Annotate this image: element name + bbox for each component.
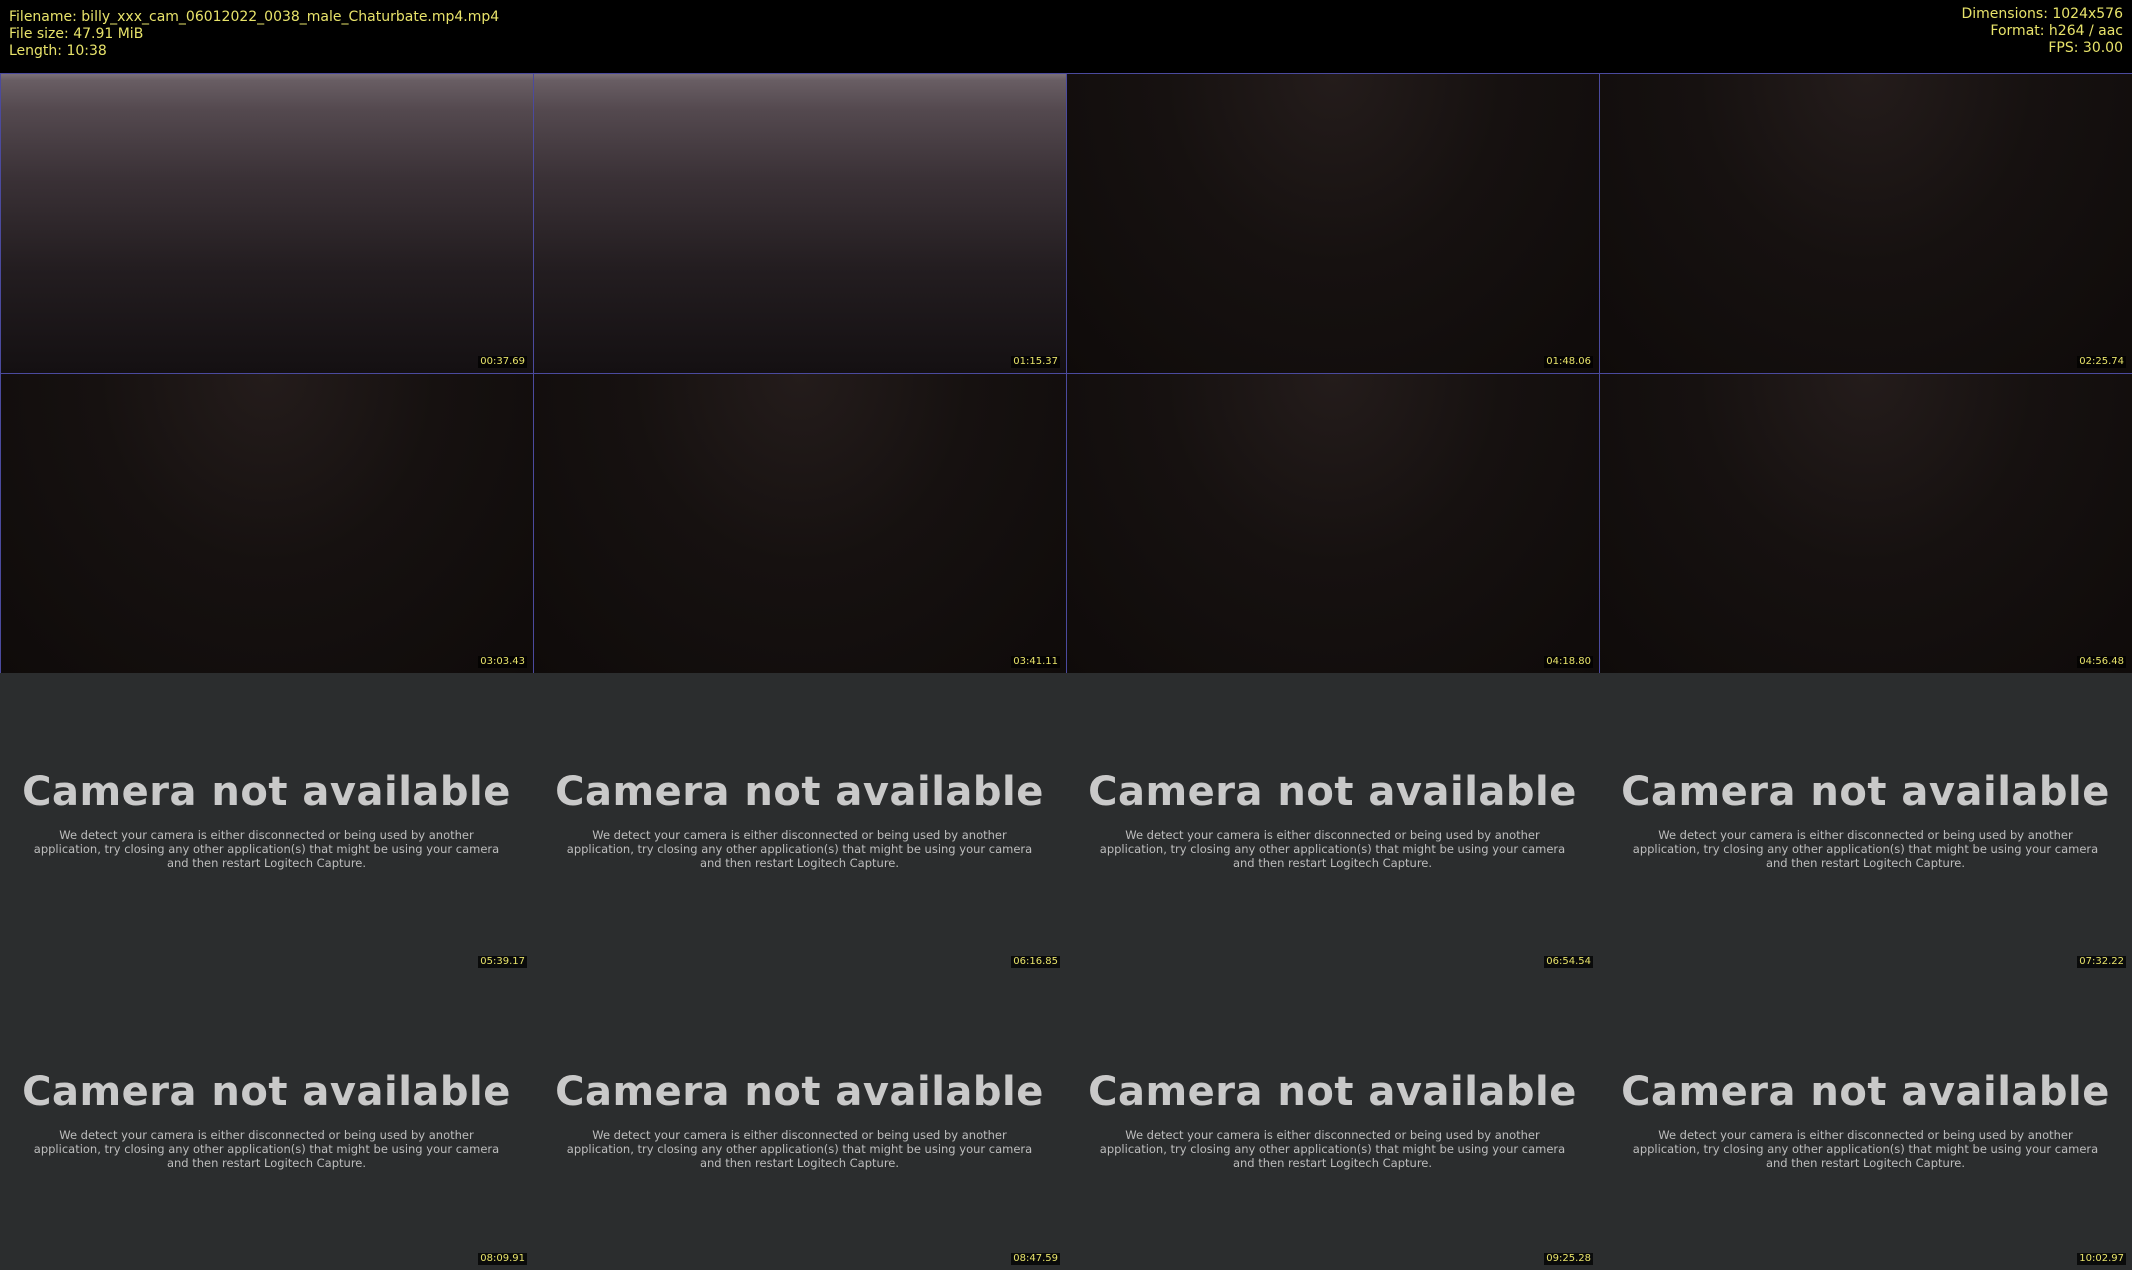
- dimensions-text: Dimensions: 1024x576: [1961, 6, 2123, 22]
- timestamp-label: 03:03.43: [478, 656, 527, 668]
- filename-text: Filename: billy_xxx_cam_06012022_0038_ma…: [9, 9, 500, 25]
- camera-unavailable-tile: Camera not available We detect your came…: [0, 673, 533, 973]
- thumbnail-tile: 02:25.74: [1599, 73, 2132, 373]
- thumbnail-tile: 01:48.06: [1066, 73, 1599, 373]
- info-header: Filename: billy_xxx_cam_06012022_0038_ma…: [0, 0, 2132, 73]
- camera-message: We detect your camera is either disconne…: [1099, 828, 1566, 870]
- camera-message: We detect your camera is either disconne…: [1632, 1128, 2099, 1170]
- fps-text: FPS: 30.00: [2048, 40, 2123, 56]
- thumbnail-tile: 00:37.69: [0, 73, 533, 373]
- file-size-text: File size: 47.91 MiB: [9, 26, 144, 42]
- camera-message: We detect your camera is either disconne…: [33, 1128, 500, 1170]
- timestamp-label: 00:37.69: [478, 356, 527, 368]
- timestamp-label: 10:02.97: [2077, 1253, 2126, 1265]
- camera-title: Camera not available: [555, 769, 1044, 815]
- camera-title: Camera not available: [22, 769, 511, 815]
- camera-unavailable-tile: Camera not available We detect your came…: [0, 973, 533, 1270]
- thumbnail-tile: 04:56.48: [1599, 373, 2132, 673]
- camera-message: We detect your camera is either disconne…: [1099, 1128, 1566, 1170]
- camera-unavailable-tile: Camera not available We detect your came…: [1599, 973, 2132, 1270]
- camera-title: Camera not available: [555, 1069, 1044, 1115]
- camera-title: Camera not available: [1088, 1069, 1577, 1115]
- file-info: Filename: billy_xxx_cam_06012022_0038_ma…: [9, 9, 499, 60]
- camera-title: Camera not available: [1621, 1069, 2110, 1115]
- timestamp-label: 04:18.80: [1544, 656, 1593, 668]
- camera-unavailable-tile: Camera not available We detect your came…: [533, 973, 1066, 1270]
- timestamp-label: 08:09.91: [478, 1253, 527, 1265]
- timestamp-label: 09:25.28: [1544, 1253, 1593, 1265]
- camera-message: We detect your camera is either disconne…: [1632, 828, 2099, 870]
- thumbnail-grid: 00:37.69 01:15.37 01:48.06 02:25.74 03:0…: [0, 73, 2132, 1270]
- media-info: Dimensions: 1024x576 Format: h264 / aac …: [1961, 6, 2123, 57]
- frame-edge: [534, 74, 1066, 80]
- timestamp-label: 07:32.22: [2077, 956, 2126, 968]
- thumbnail-tile: 03:03.43: [0, 373, 533, 673]
- camera-message: We detect your camera is either disconne…: [33, 828, 500, 870]
- camera-unavailable-tile: Camera not available We detect your came…: [533, 673, 1066, 973]
- thumbnail-tile: 04:18.80: [1066, 373, 1599, 673]
- timestamp-label: 04:56.48: [2077, 656, 2126, 668]
- timestamp-label: 06:16.85: [1011, 956, 1060, 968]
- thumbnail-tile: 01:15.37: [533, 73, 1066, 373]
- thumbnail-tile: 03:41.11: [533, 373, 1066, 673]
- timestamp-label: 05:39.17: [478, 956, 527, 968]
- timestamp-label: 06:54.54: [1544, 956, 1593, 968]
- camera-unavailable-tile: Camera not available We detect your came…: [1599, 673, 2132, 973]
- camera-message: We detect your camera is either disconne…: [566, 828, 1033, 870]
- camera-title: Camera not available: [22, 1069, 511, 1115]
- timestamp-label: 01:48.06: [1544, 356, 1593, 368]
- camera-title: Camera not available: [1621, 769, 2110, 815]
- timestamp-label: 08:47.59: [1011, 1253, 1060, 1265]
- camera-unavailable-tile: Camera not available We detect your came…: [1066, 973, 1599, 1270]
- frame-edge: [1, 74, 533, 80]
- camera-unavailable-tile: Camera not available We detect your came…: [1066, 673, 1599, 973]
- format-text: Format: h264 / aac: [1990, 23, 2123, 39]
- timestamp-label: 03:41.11: [1011, 656, 1060, 668]
- timestamp-label: 01:15.37: [1011, 356, 1060, 368]
- camera-title: Camera not available: [1088, 769, 1577, 815]
- timestamp-label: 02:25.74: [2077, 356, 2126, 368]
- camera-message: We detect your camera is either disconne…: [566, 1128, 1033, 1170]
- length-text: Length: 10:38: [9, 43, 107, 59]
